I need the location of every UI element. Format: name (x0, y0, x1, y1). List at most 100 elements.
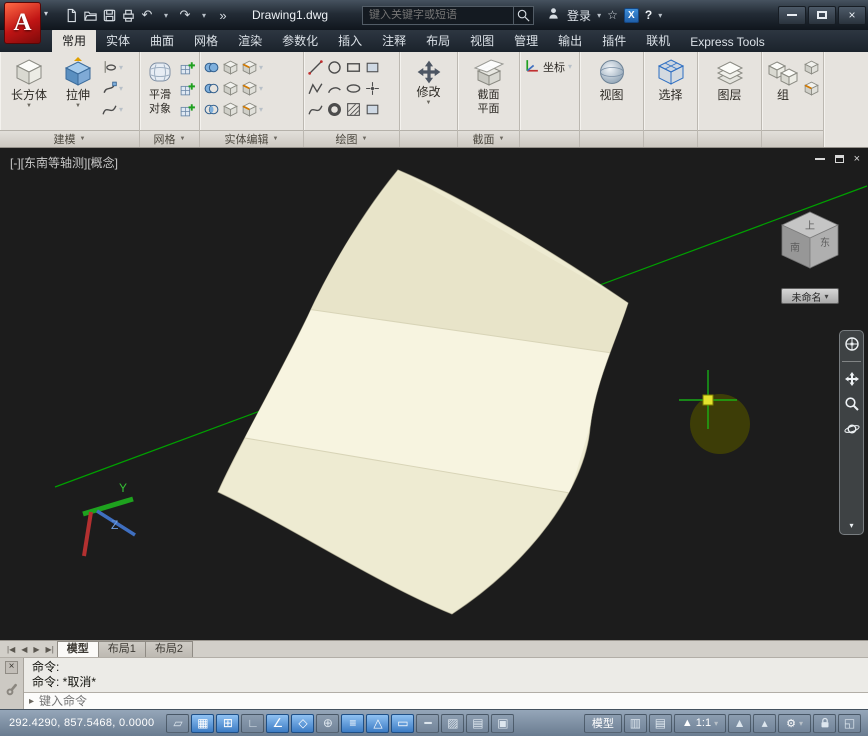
toolbar-lock-toggle[interactable] (813, 713, 836, 733)
layout-tab[interactable]: 布局1 (97, 641, 146, 657)
save-button[interactable] (100, 5, 118, 25)
annotation-autoscale-toggle[interactable]: ▴ (753, 713, 777, 733)
workspace-switching-button[interactable]: ⚙ ▾ (778, 713, 811, 733)
ribbon-tab[interactable]: 布局 (416, 29, 460, 52)
ortho-mode-toggle[interactable]: ∟ (241, 713, 265, 733)
slice-button[interactable] (222, 59, 239, 76)
first-layout-button[interactable]: |◀ (4, 645, 18, 654)
panel-label-section[interactable]: 截面 ▼ (458, 130, 519, 147)
fillet-edge-button[interactable]: ▾ (241, 59, 263, 76)
orbit-icon[interactable] (844, 421, 860, 437)
command-window-grip[interactable]: × (0, 658, 24, 709)
panel-label-layers[interactable] (698, 130, 761, 147)
ribbon-tab[interactable]: 插件 (592, 29, 636, 52)
sign-in-button[interactable]: 登录 (567, 7, 591, 24)
polyline-button[interactable] (307, 80, 324, 97)
undo-button[interactable]: ↶ (138, 5, 156, 25)
ribbon-tab[interactable]: Express Tools (680, 32, 774, 52)
layout-tab[interactable]: 布局2 (144, 641, 194, 657)
mesh-add-crease-button[interactable] (179, 80, 196, 97)
panel-label-coordinates[interactable] (520, 130, 579, 147)
object-snap-toggle[interactable]: ◇ (291, 713, 315, 733)
quick-properties-toggle[interactable]: ▤ (466, 713, 490, 733)
panel-label-view[interactable] (580, 130, 643, 147)
donut-button[interactable] (326, 101, 343, 118)
smooth-object-button[interactable]: 平滑 对象 (143, 54, 177, 116)
quick-view-drawings-button[interactable]: ▤ (648, 713, 672, 733)
plot-button[interactable] (119, 5, 137, 25)
3d-object-snap-toggle[interactable]: ⊕ (316, 713, 340, 733)
object-snap-tracking-toggle[interactable]: ≡ (341, 713, 365, 733)
viewport-controls-label[interactable]: [-][东南等轴测][概念] (10, 154, 118, 171)
rectangle-button[interactable] (345, 59, 362, 76)
coordinate-readout[interactable]: 292.4290, 857.5468, 0.0000 (5, 717, 166, 729)
ribbon-tab[interactable]: 网格 (184, 29, 228, 52)
ribbon-tab[interactable]: 常用 (52, 29, 97, 52)
minimize-button[interactable] (778, 5, 806, 25)
redo-button[interactable]: ↷ (176, 5, 194, 25)
subtract-button[interactable] (203, 80, 220, 97)
model-space-button[interactable]: 模型 (583, 713, 622, 733)
lineweight-toggle[interactable]: ━ (416, 713, 440, 733)
command-tools-wrench-icon[interactable] (4, 681, 20, 697)
close-button[interactable]: × (838, 5, 866, 25)
snap-mode-toggle[interactable]: ▦ (191, 713, 215, 733)
group-button[interactable]: 组 (765, 54, 801, 102)
dynamic-ucs-toggle[interactable]: △ (366, 713, 390, 733)
command-close-button[interactable]: × (5, 661, 18, 674)
model-space-scene[interactable]: Y Z (0, 148, 868, 640)
loft-button[interactable]: ▾ (101, 101, 123, 118)
panel-label-modeling[interactable]: 建模 ▼ (0, 130, 139, 147)
grid-display-toggle[interactable]: ⊞ (216, 713, 240, 733)
viewcube-left-face[interactable]: 南 (790, 241, 800, 254)
pan-icon[interactable] (844, 371, 860, 387)
next-layout-button[interactable]: ▶ (30, 645, 42, 654)
ribbon-tab[interactable]: 实体 (96, 29, 140, 52)
intersect-button[interactable] (203, 101, 220, 118)
viewcube-top-face[interactable]: 上 (805, 220, 815, 232)
panel-label-groups[interactable] (762, 130, 823, 147)
layers-button[interactable]: 图层 (704, 54, 756, 102)
ellipse-button[interactable] (345, 80, 362, 97)
section-plane-button[interactable]: 截面 平面 (463, 54, 515, 116)
navbar-more-icon[interactable]: ▾ (849, 521, 853, 530)
ribbon-tab[interactable]: 管理 (504, 29, 548, 52)
viewcube-ucs-menu-button[interactable]: 未命名 ▾ (781, 288, 839, 304)
exchange-apps-icon[interactable]: X (623, 7, 639, 23)
ribbon-tab[interactable]: 参数化 (272, 29, 328, 52)
panel-label-selection[interactable] (644, 130, 697, 147)
ribbon-tab[interactable]: 视图 (460, 29, 504, 52)
drawing-area[interactable]: Y Z [-][东南等轴测][概念] × 上 南 东 未命名 ▾ ▾ (0, 148, 868, 640)
new-file-button[interactable] (62, 5, 80, 25)
panel-label-draw[interactable]: 绘图 ▼ (304, 130, 399, 147)
sweep-button[interactable]: ▾ (101, 80, 123, 97)
views-button[interactable]: 视图 (586, 54, 638, 102)
annotation-visibility-toggle[interactable]: ▲ (728, 713, 752, 733)
undo-dropdown-icon[interactable]: ▾ (157, 5, 175, 25)
selection-cycling-toggle[interactable]: ▣ (491, 713, 515, 733)
clean-screen-toggle[interactable]: ◱ (838, 713, 861, 733)
panel-label-mesh[interactable]: 网格 ▼ (140, 130, 199, 147)
viewcube-right-face[interactable]: 东 (820, 236, 830, 249)
ribbon-tab[interactable]: 曲面 (140, 29, 184, 52)
favorites-star-icon[interactable]: ☆ (607, 8, 618, 22)
application-menu-button[interactable]: A (4, 2, 41, 44)
open-file-button[interactable] (81, 5, 99, 25)
zoom-icon[interactable] (844, 396, 860, 412)
gradient-button[interactable] (364, 101, 381, 118)
mesh-smooth-more-button[interactable] (179, 101, 196, 118)
taper-face-button[interactable]: ▾ (241, 80, 263, 97)
transparency-toggle[interactable]: ▨ (441, 713, 465, 733)
viewport-close-icon[interactable]: × (854, 153, 860, 165)
panel-label-solid-editing[interactable]: 实体编辑 ▼ (200, 130, 303, 147)
point-button[interactable] (364, 80, 381, 97)
line-button[interactable] (307, 59, 324, 76)
maximize-button[interactable] (808, 5, 836, 25)
panel-label-modify[interactable] (400, 130, 457, 147)
extrude-button[interactable]: 拉伸 ▼ (57, 54, 99, 109)
revolve-button[interactable]: ▾ (101, 59, 123, 76)
union-button[interactable] (203, 59, 220, 76)
thicken-button[interactable] (222, 80, 239, 97)
ribbon-tab[interactable]: 注释 (372, 29, 416, 52)
region-button[interactable] (364, 59, 381, 76)
